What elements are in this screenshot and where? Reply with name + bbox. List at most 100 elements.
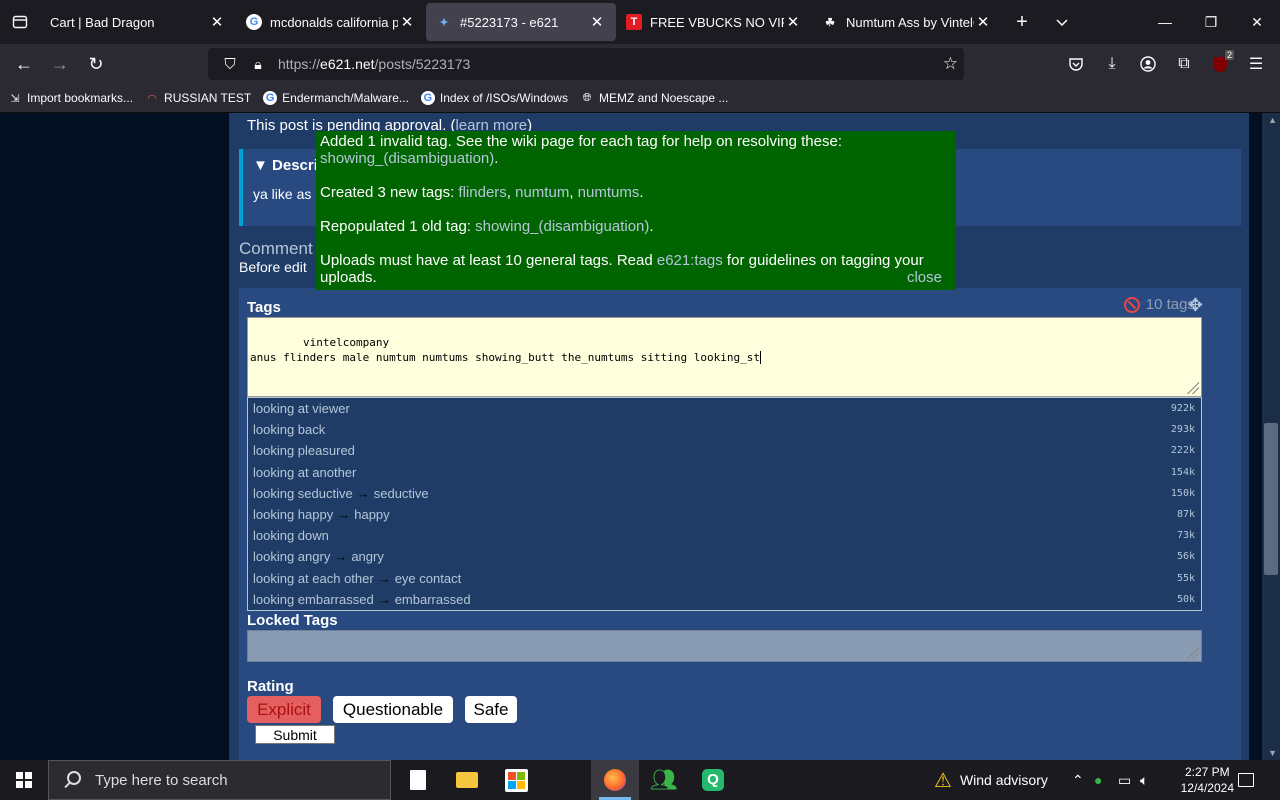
tags-textarea[interactable]: vintelcompany anus flinders male numtum …	[247, 317, 1202, 397]
tab-numtum[interactable]: ☘ Numtum Ass by VintelCom ✕	[812, 4, 1002, 40]
taskbar-file-explorer-icon[interactable]	[443, 760, 491, 800]
resize-grip-icon[interactable]	[1187, 382, 1199, 394]
autocomplete-count: 50k	[1176, 593, 1195, 605]
import-icon: ⇲	[10, 92, 20, 105]
ublock-extension-icon[interactable]: 2	[1202, 48, 1238, 80]
taskbar-app-icon[interactable]: Q	[689, 760, 737, 800]
google-icon: G	[420, 91, 435, 105]
lock-icon[interactable]: 🔒︎	[244, 56, 272, 73]
resize-grip-icon[interactable]	[1187, 647, 1199, 659]
tab-vbucks[interactable]: T FREE VBUCKS NO VIRUS PA ✕	[616, 4, 812, 40]
bookmark-label: RUSSIAN TEST	[164, 91, 252, 105]
taskbar-file-icon[interactable]	[394, 760, 442, 800]
autocomplete-count: 293k	[1170, 424, 1195, 436]
restore-button[interactable]: ❐	[1188, 0, 1234, 44]
taskbar-store-icon[interactable]	[492, 760, 540, 800]
tray-chevron-up-icon[interactable]: ⌃	[1072, 760, 1084, 800]
taskbar-clock[interactable]: 2:27 PM 12/4/2024	[1181, 764, 1234, 796]
notice-text: ,	[569, 184, 578, 201]
rating-questionable-button[interactable]: Questionable	[333, 696, 453, 723]
notifications-icon[interactable]	[1238, 760, 1254, 800]
bookmark-import[interactable]: ⇲ Import bookmarks...	[8, 91, 133, 105]
tray-people-icon[interactable]: ●	[1094, 760, 1102, 800]
tab-mcdonalds[interactable]: G mcdonalds california phone ✕	[236, 4, 426, 40]
notice-close-link[interactable]: close	[907, 269, 942, 286]
volume-icon[interactable]: 🔈︎	[1140, 760, 1148, 800]
autocomplete-item[interactable]: looking embarrassed → embarrassed 50k	[248, 589, 1201, 610]
list-all-tabs-button[interactable]	[1042, 0, 1082, 44]
firefox-view-button[interactable]	[0, 0, 40, 44]
account-icon[interactable]	[1130, 48, 1166, 80]
menu-hamburger-icon[interactable]: ☰	[1238, 48, 1274, 80]
taskbar-firefox-icon[interactable]	[591, 760, 639, 800]
tags-section: Tags 10 tags ✥ vintelcompany anus flinde…	[239, 288, 1241, 760]
network-icon[interactable]: ▭	[1118, 760, 1131, 800]
autocomplete-item[interactable]: looking happy → happy 87k	[248, 504, 1201, 525]
notice-text: Added 1 invalid tag. See the wiki page f…	[320, 133, 843, 150]
tag-link[interactable]: numtums	[578, 184, 640, 201]
close-icon[interactable]: ✕	[588, 13, 606, 31]
bookmark-endermanch[interactable]: G Endermanch/Malware...	[263, 91, 409, 105]
close-icon[interactable]: ✕	[208, 13, 226, 31]
tracking-protection-icon[interactable]: ⛉	[216, 56, 244, 73]
reload-button[interactable]: ↻	[78, 48, 114, 80]
google-icon: G	[263, 91, 278, 105]
page-viewport: This post is pending approval. (learn mo…	[0, 113, 1262, 760]
url-bar[interactable]: ⛉ 🔒︎ https://e621.net/posts/5223173 ☆	[208, 48, 964, 80]
description-toggle[interactable]: ▼ Descri	[253, 157, 318, 174]
scrollbar-thumb[interactable]	[1264, 423, 1278, 575]
autocomplete-item[interactable]: looking at each other → eye contact 55k	[248, 568, 1201, 589]
submit-button[interactable]: Submit	[255, 725, 335, 744]
notice-created-tags: Created 3 new tags: flinders, numtum, nu…	[320, 184, 952, 201]
close-icon[interactable]: ✕	[784, 13, 802, 31]
autocomplete-tag: looking happy	[253, 507, 334, 522]
autocomplete-item[interactable]: looking at viewer 922k	[248, 398, 1201, 419]
close-icon[interactable]: ✕	[974, 13, 992, 31]
scroll-down-icon[interactable]: ▼	[1268, 748, 1277, 758]
move-arrows-icon[interactable]: ✥	[1188, 295, 1203, 316]
back-button[interactable]: ←	[6, 48, 42, 80]
scroll-up-icon[interactable]: ▲	[1268, 115, 1277, 125]
new-tab-button[interactable]: +	[1002, 0, 1042, 44]
tag-link[interactable]: numtum	[515, 184, 569, 201]
autocomplete-item[interactable]: looking at another 154k	[248, 462, 1201, 483]
taskbar-people-icon[interactable]: 👥︎	[640, 760, 688, 800]
rating-explicit-button[interactable]: Explicit	[247, 696, 321, 723]
tag-link[interactable]: showing_(disambiguation)	[320, 150, 494, 167]
taskbar-search[interactable]: Type here to search	[48, 760, 391, 800]
autocomplete-item[interactable]: looking back 293k	[248, 419, 1201, 440]
bookmarks-toolbar: ⇲ Import bookmarks... ◠ RUSSIAN TEST G Ende…	[0, 84, 1280, 113]
chevron-down-icon	[1056, 19, 1068, 27]
rating-safe-button[interactable]: Safe	[465, 696, 517, 723]
tag-link[interactable]: e621:tags	[657, 252, 723, 269]
url-text[interactable]: https://e621.net/posts/5223173	[278, 56, 470, 72]
autocomplete-count: 922k	[1170, 403, 1195, 414]
weather-widget[interactable]: ⚠ Wind advisory	[934, 760, 1048, 800]
close-window-button[interactable]: ✕	[1234, 0, 1280, 44]
tab-e621[interactable]: ✦ #5223173 - e621 ✕	[426, 3, 616, 41]
tag-link[interactable]: showing_(disambiguation)	[475, 218, 649, 235]
close-icon[interactable]: ✕	[398, 13, 416, 31]
notice-text: Uploads must have at least 10 general ta…	[320, 252, 657, 269]
bookmark-memz[interactable]: 🌐︎ MEMZ and Noescape ...	[580, 91, 729, 105]
tag-link[interactable]: flinders	[458, 184, 506, 201]
extensions-puzzle-icon[interactable]: ⧉	[1166, 48, 1202, 80]
autocomplete-item[interactable]: looking pleasured 222k	[248, 440, 1201, 461]
tab-cart[interactable]: Cart | Bad Dragon ✕	[40, 4, 236, 40]
url-path: /posts/5223173	[374, 56, 471, 72]
minimize-button[interactable]: —	[1142, 0, 1188, 44]
autocomplete-alias: embarrassed	[394, 591, 471, 607]
deviantart-favicon-icon: ☘	[825, 16, 835, 29]
pocket-icon[interactable]	[1058, 48, 1094, 80]
autocomplete-item[interactable]: looking angry → angry 56k	[248, 546, 1201, 567]
autocomplete-item[interactable]: looking down 73k	[248, 525, 1201, 546]
downloads-icon[interactable]: ⤓	[1094, 48, 1130, 80]
clock-time: 2:27 PM	[1184, 765, 1230, 779]
forward-button[interactable]: →	[42, 48, 78, 80]
bookmark-star-icon[interactable]: ☆	[943, 54, 958, 74]
autocomplete-item[interactable]: looking seductive → seductive 150k	[248, 483, 1201, 504]
bookmark-isos[interactable]: G Index of /ISOs/Windows	[420, 91, 568, 105]
bookmark-russian-test[interactable]: ◠ RUSSIAN TEST	[145, 91, 251, 105]
start-button[interactable]	[0, 760, 48, 800]
locked-tags-textarea[interactable]	[247, 630, 1202, 662]
